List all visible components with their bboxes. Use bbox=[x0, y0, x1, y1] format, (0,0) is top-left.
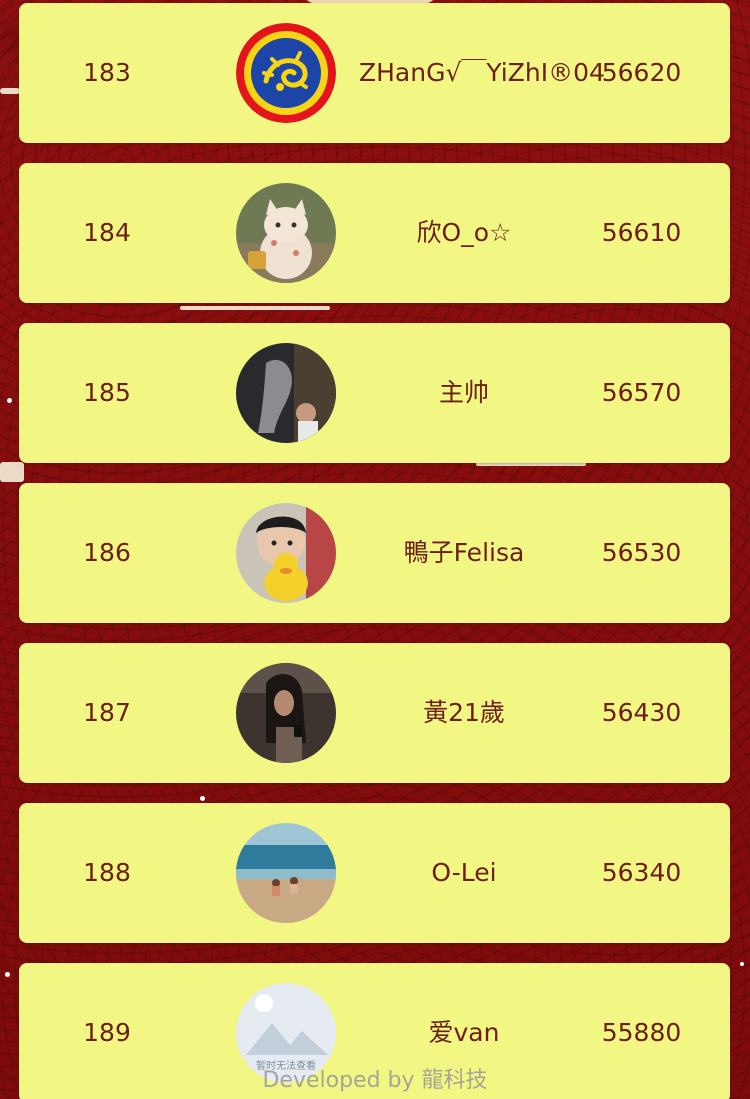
rank-number: 188 bbox=[83, 858, 131, 887]
player-score: 56620 bbox=[601, 58, 682, 87]
cloud-decoration bbox=[0, 88, 20, 94]
cloud-decoration bbox=[0, 462, 24, 482]
child-with-duck-avatar bbox=[236, 503, 336, 603]
leaderboard-row[interactable]: 185 主帅 56570 bbox=[19, 323, 730, 463]
leaderboard-row[interactable]: 183 ZHanG√￣YiZhI®04 56620 bbox=[19, 3, 730, 143]
player-score: 55880 bbox=[601, 1018, 682, 1047]
rank-number: 185 bbox=[83, 378, 131, 407]
cloud-decoration bbox=[180, 306, 330, 310]
rank-number: 183 bbox=[83, 58, 131, 87]
player-name: 黃21歲 bbox=[423, 698, 505, 727]
player-score: 56570 bbox=[601, 378, 682, 407]
beach-photo-avatar bbox=[236, 823, 336, 923]
image-unavailable-caption: 暂时无法查看 bbox=[256, 1061, 316, 1072]
player-score: 56430 bbox=[601, 698, 682, 727]
player-score: 56530 bbox=[601, 538, 682, 567]
dragon-emblem-avatar bbox=[236, 23, 336, 123]
leaderboard-row[interactable]: 184 欣O_o☆ 56610 bbox=[19, 163, 730, 303]
player-name: 欣O_o☆ bbox=[416, 218, 512, 247]
girl-with-phone-avatar bbox=[236, 663, 336, 763]
leaderboard-row[interactable]: 189 暂时无法查看 爱van 55880 bbox=[19, 963, 730, 1099]
rank-number: 184 bbox=[83, 218, 131, 247]
leaderboard-row[interactable]: 187 黃21歲 56430 bbox=[19, 643, 730, 783]
dark-photo-avatar bbox=[236, 343, 336, 443]
player-name: 鴨子Felisa bbox=[403, 538, 525, 567]
player-name: 爱van bbox=[428, 1018, 500, 1047]
player-score: 56610 bbox=[601, 218, 682, 247]
rank-number: 186 bbox=[83, 538, 131, 567]
lucky-cat-avatar bbox=[236, 183, 336, 283]
sparkle-decoration bbox=[7, 398, 12, 403]
sparkle-decoration bbox=[200, 796, 205, 801]
rank-number: 187 bbox=[83, 698, 131, 727]
sparkle-decoration bbox=[5, 972, 10, 977]
player-name: ZHanG√￣YiZhI®04 bbox=[359, 58, 605, 87]
image-unavailable-avatar: 暂时无法查看 bbox=[236, 983, 336, 1083]
player-score: 56340 bbox=[601, 858, 682, 887]
player-name: O-Lei bbox=[431, 858, 497, 887]
leaderboard-row[interactable]: 188 O-Lei 56340 bbox=[19, 803, 730, 943]
player-name: 主帅 bbox=[438, 378, 489, 407]
rank-number: 189 bbox=[83, 1018, 131, 1047]
leaderboard-row[interactable]: 186 鴨子Felisa 56530 bbox=[19, 483, 730, 623]
sparkle-decoration bbox=[740, 962, 744, 966]
